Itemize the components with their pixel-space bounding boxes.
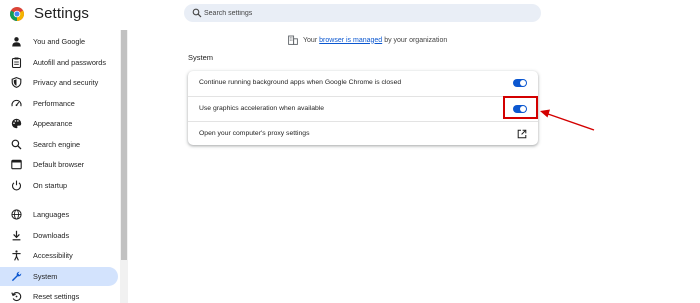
- system-settings-card: Continue running background apps when Go…: [188, 71, 538, 145]
- search-box[interactable]: [184, 4, 541, 22]
- sidebar-item-label: Appearance: [33, 119, 73, 128]
- setting-row-graphics-acceleration[interactable]: Use graphics acceleration when available: [188, 96, 538, 120]
- sidebar-item-label: Accessibility: [33, 251, 73, 260]
- section-title: System: [188, 53, 214, 62]
- power-icon: [11, 180, 22, 190]
- sidebar-item-label: System: [33, 271, 58, 281]
- sidebar-item-label: Performance: [33, 98, 75, 108]
- palette-icon: [11, 118, 22, 129]
- sidebar-item-privacy[interactable]: Privacy and security: [0, 73, 118, 92]
- sidebar-item-downloads[interactable]: Downloads: [0, 226, 118, 245]
- scrollbar-thumb[interactable]: [121, 30, 127, 260]
- setting-label: Open your computer's proxy settings: [199, 130, 310, 137]
- chrome-logo-icon: [10, 7, 24, 21]
- sidebar-item-label: Search engine: [33, 139, 81, 149]
- sidebar-item-performance[interactable]: Performance: [0, 94, 118, 113]
- globe-icon: [11, 209, 22, 220]
- person-icon: [12, 37, 21, 47]
- sidebar-item-reset-settings[interactable]: Reset settings: [0, 287, 118, 303]
- speedometer-icon: [11, 99, 22, 106]
- shield-icon: [11, 77, 22, 88]
- reset-icon: [11, 292, 22, 302]
- accessibility-icon: [12, 250, 21, 261]
- setting-label: Use graphics acceleration when available: [199, 105, 325, 112]
- external-link-icon[interactable]: [517, 129, 527, 139]
- sidebar-item-label: Autofill and passwords: [33, 57, 107, 67]
- download-icon: [12, 230, 21, 240]
- search-input[interactable]: [204, 6, 524, 20]
- toggle-knob: [520, 80, 526, 86]
- sidebar-item-label: Downloads: [33, 230, 70, 240]
- browser-icon: [11, 159, 22, 170]
- setting-row-background-apps[interactable]: Continue running background apps when Go…: [188, 71, 538, 95]
- header: Settings: [0, 0, 700, 28]
- setting-label: Continue running background apps when Go…: [199, 79, 402, 86]
- page-title: Settings: [34, 5, 89, 22]
- annotation-arrow-icon: [540, 109, 595, 131]
- sidebar-item-label: Reset settings: [33, 292, 80, 301]
- wrench-icon: [11, 271, 22, 281]
- sidebar-item-accessibility[interactable]: Accessibility: [0, 246, 118, 265]
- background-apps-toggle[interactable]: [513, 79, 527, 87]
- managed-suffix: by your organization: [384, 36, 448, 44]
- sidebar-item-languages[interactable]: Languages: [0, 205, 118, 224]
- managed-notice: Your browser is managed by your organiza…: [288, 34, 447, 46]
- browser-managed-link[interactable]: browser is managed: [319, 37, 382, 44]
- setting-row-proxy-settings[interactable]: Open your computer's proxy settings: [188, 121, 538, 145]
- search-icon: [11, 139, 22, 149]
- sidebar-item-on-startup[interactable]: On startup: [0, 176, 118, 195]
- building-icon: [288, 35, 298, 45]
- sidebar: You and Google Autofill and passwords Pr…: [0, 30, 122, 303]
- sidebar-item-default-browser[interactable]: Default browser: [0, 155, 118, 174]
- sidebar-item-label: On startup: [33, 180, 68, 190]
- sidebar-item-label: Languages: [33, 210, 70, 219]
- sidebar-item-search-engine[interactable]: Search engine: [0, 135, 118, 154]
- sidebar-scrollbar[interactable]: [120, 30, 128, 303]
- sidebar-item-system[interactable]: System: [0, 266, 118, 286]
- sidebar-item-you-and-google[interactable]: You and Google: [0, 32, 118, 51]
- clipboard-icon: [11, 57, 22, 68]
- sidebar-item-label: Default browser: [33, 160, 85, 169]
- managed-prefix: Your: [303, 36, 318, 44]
- search-icon: [192, 8, 202, 18]
- sidebar-item-appearance[interactable]: Appearance: [0, 114, 118, 133]
- sidebar-item-autofill[interactable]: Autofill and passwords: [0, 53, 118, 72]
- sidebar-item-label: You and Google: [33, 37, 86, 46]
- sidebar-item-label: Privacy and security: [33, 78, 99, 87]
